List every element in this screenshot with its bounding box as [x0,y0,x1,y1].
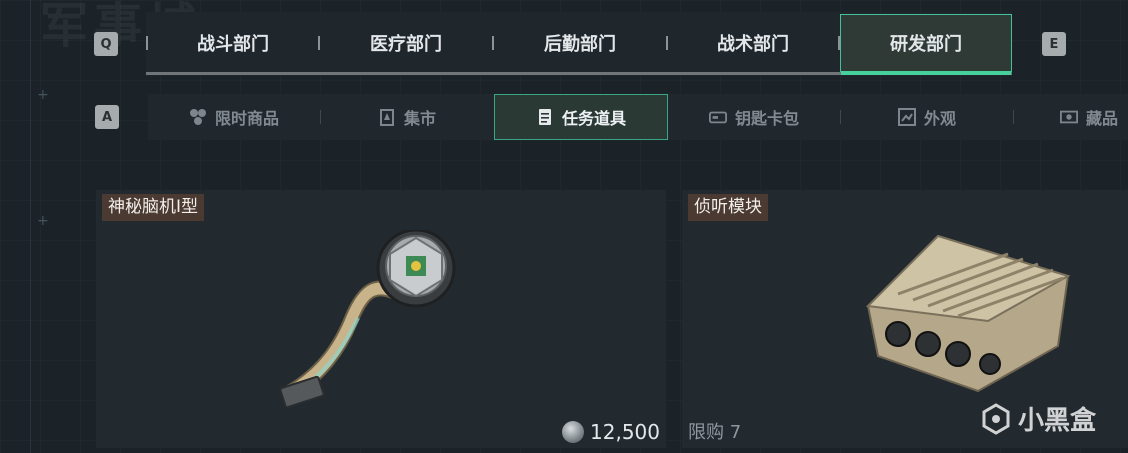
subtab-label: 藏品 [1086,109,1119,128]
subtab-label: 钥匙卡包 [734,109,799,128]
prev-subtab-key-hint[interactable]: A [95,105,119,129]
keycard-icon [708,108,727,126]
tab-logistics-department[interactable]: 后勤部门 [494,14,666,72]
appearance-icon [897,108,916,126]
watermark-logo-icon [982,402,1010,435]
background-line [30,0,31,453]
brain-machine-image [279,230,456,409]
tab-label: 研发部门 [890,34,962,55]
subtab-label: 限时商品 [214,109,279,128]
crosshair-mark: + [37,87,49,103]
collection-icon [1060,108,1078,126]
listening-module-image [865,234,1071,393]
subtab-market[interactable]: 集市 [321,94,493,140]
subtab-quest-items[interactable]: 任务道具 [494,94,668,140]
radiation-icon [189,108,207,126]
subtab-keycard-pack[interactable]: 钥匙卡包 [668,94,840,140]
item-name: 神秘脑机Ⅰ型 [102,194,205,221]
subtab-limited-items[interactable]: 限时商品 [148,94,320,140]
price-value: 12,500 [590,420,660,444]
subtab-label: 外观 [923,109,956,128]
item-name: 侦听模块 [688,194,768,221]
prev-tab-key-hint[interactable]: Q [94,32,118,56]
crosshair-mark: + [37,213,49,229]
tab-medical-department[interactable]: 医疗部门 [320,14,492,72]
tab-label: 医疗部门 [370,34,442,55]
subtab-label: 集市 [403,109,436,128]
document-icon [536,108,554,126]
watermark-text: 小黑盒 [1017,406,1096,436]
watermark: 小黑盒 [980,400,1096,437]
subtab-label: 任务道具 [561,109,626,128]
subtab-appearance[interactable]: 外观 [841,94,1013,140]
tab-combat-department[interactable]: 战斗部门 [148,14,318,72]
tab-label: 战术部门 [717,34,789,55]
item-price: 12,500 [562,420,660,444]
tab-research-department[interactable]: 研发部门 [840,14,1012,75]
tab-tactical-department[interactable]: 战术部门 [668,14,838,72]
purchase-limit: 限购 7 [688,422,742,443]
item-card-mysterious-brain-machine[interactable]: 神秘脑机Ⅰ型 12,500 [96,190,666,448]
subtab-collection[interactable]: 藏品 [1014,94,1128,140]
tab-label: 战斗部门 [197,34,269,55]
tab-label: 后勤部门 [544,34,616,55]
market-icon [378,108,396,126]
coin-icon [562,421,585,443]
next-tab-key-hint[interactable]: E [1042,32,1066,56]
